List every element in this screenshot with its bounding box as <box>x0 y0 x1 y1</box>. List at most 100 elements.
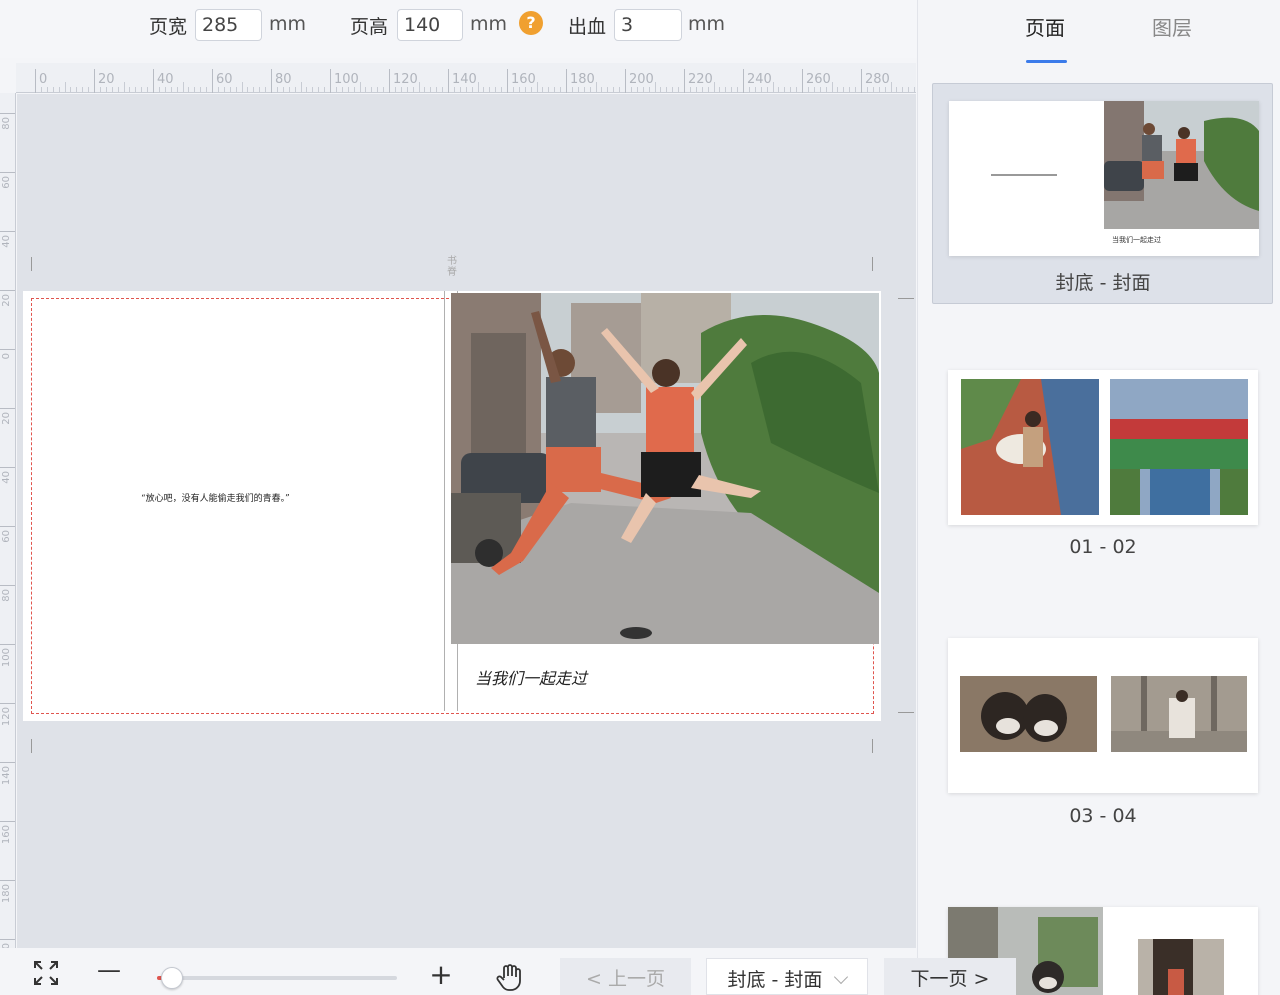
ruler-label: 260 <box>806 72 831 87</box>
bleed-unit: mm <box>688 13 726 35</box>
thumb-label-01-02: 01 - 02 <box>1069 536 1137 558</box>
cover-thumbnail-caption: 当我们一起走过 <box>1112 236 1161 244</box>
back-cover-quote[interactable]: “放心吧，没有人能偷走我们的青春。” <box>141 491 290 504</box>
page-height-input[interactable] <box>397 9 463 41</box>
page-width-label: 页宽 <box>149 16 188 38</box>
help-icon[interactable]: ? <box>519 11 543 35</box>
page-select-value: 封底 - 封面 <box>727 969 823 991</box>
ruler-label: 140 <box>452 72 477 87</box>
ruler-tick <box>153 69 154 93</box>
ruler-tick <box>743 69 744 93</box>
ruler-label: 220 <box>688 72 713 87</box>
ruler-label: 0 <box>1 353 12 360</box>
ruler-label: 0 <box>39 72 48 87</box>
ruler-tick <box>684 69 685 93</box>
expand-icon[interactable] <box>33 960 59 992</box>
bleed-label: 出血 <box>568 16 607 38</box>
ruler-label: 100 <box>1 648 12 668</box>
ruler-tick <box>0 939 15 940</box>
horizontal-ruler: 0 20 40 60 80 100 120 140 160 180 200 220 240 260 280 <box>16 63 916 93</box>
zoom-in-button[interactable]: + <box>428 958 454 991</box>
ruler-label: 80 <box>1 589 12 602</box>
ruler-tick <box>35 69 36 93</box>
ruler-label: 40 <box>1 235 12 248</box>
tab-pages[interactable]: 页面 <box>1025 12 1065 41</box>
ruler-label: 80 <box>275 72 292 87</box>
ruler-tick <box>389 69 390 93</box>
cover-thumbnail: 当我们一起走过 <box>949 101 1259 256</box>
ruler-tick <box>0 880 15 881</box>
ruler-tick <box>271 69 272 93</box>
page-height-label: 页高 <box>350 16 389 38</box>
ruler-tick <box>0 703 15 704</box>
ruler-label: 40 <box>1 471 12 484</box>
ruler-label: 120 <box>393 72 418 87</box>
ruler-tick <box>0 172 15 173</box>
ruler-label: 160 <box>511 72 536 87</box>
design-canvas[interactable]: 书脊 “放心吧，没有人能偷走我们的青春。” 当我们一起走过 <box>17 94 916 948</box>
tab-layers[interactable]: 图层 <box>1152 12 1192 41</box>
ruler-tick <box>0 349 15 350</box>
ruler-label: 180 <box>570 72 595 87</box>
page-width-input[interactable] <box>195 9 262 41</box>
ruler-label: 240 <box>747 72 772 87</box>
thumb-label-03-04: 03 - 04 <box>1069 805 1137 827</box>
page-thumb-01-02[interactable] <box>948 370 1258 525</box>
page-select-dropdown[interactable]: 封底 - 封面 <box>706 958 868 995</box>
ruler-tick <box>0 290 15 291</box>
ruler-label: 20 <box>1 412 12 425</box>
ruler-label: 200 <box>629 72 654 87</box>
ruler-label: 120 <box>1 707 12 727</box>
ruler-label: 20 <box>98 72 115 87</box>
ruler-label: 80 <box>1 117 12 130</box>
page-settings-bar: 页宽 mm 页高 mm ? 出血 mm <box>0 0 917 58</box>
ruler-label: 280 <box>865 72 890 87</box>
pages-panel: 页面 图层 当我们一起走过 封底 - 封面 01 - 02 03 - 04 <box>917 0 1280 995</box>
vertical-ruler: 80604020020406080100120140160180200 <box>0 93 16 948</box>
spine-label: 书脊 <box>447 256 457 278</box>
ruler-tick <box>507 69 508 93</box>
bleed-input[interactable] <box>614 9 682 41</box>
ruler-tick <box>0 113 15 114</box>
cover-caption[interactable]: 当我们一起走过 <box>475 665 587 689</box>
ruler-tick <box>0 821 15 822</box>
ruler-tick <box>0 467 15 468</box>
ruler-tick <box>802 69 803 93</box>
thumb-label-cover: 封底 - 封面 <box>1055 272 1151 294</box>
ruler-label: 100 <box>334 72 359 87</box>
ruler-label: 40 <box>157 72 174 87</box>
page-height-unit: mm <box>470 13 508 35</box>
zoom-slider-track[interactable] <box>157 976 397 980</box>
page-thumb-03-04[interactable] <box>948 638 1258 793</box>
ruler-tick <box>330 69 331 93</box>
cover-photo[interactable] <box>451 293 879 644</box>
active-tab-indicator <box>1026 60 1067 63</box>
spread-page[interactable]: “放心吧，没有人能偷走我们的青春。” 当我们一起走过 <box>23 291 881 721</box>
ruler-tick <box>0 644 15 645</box>
ruler-tick <box>0 526 15 527</box>
zoom-slider-handle[interactable] <box>161 967 183 989</box>
ruler-tick <box>566 69 567 93</box>
ruler-tick <box>0 585 15 586</box>
ruler-tick <box>625 69 626 93</box>
next-page-button[interactable]: 下一页 > <box>884 958 1016 995</box>
ruler-label: 160 <box>1 825 12 845</box>
ruler-tick <box>0 762 15 763</box>
ruler-tick <box>0 231 15 232</box>
ruler-label: 60 <box>1 176 12 189</box>
ruler-tick <box>448 69 449 93</box>
zoom-out-button[interactable]: — <box>96 956 122 984</box>
page-width-unit: mm <box>269 13 307 35</box>
page-thumb-cover[interactable]: 当我们一起走过 封底 - 封面 <box>932 83 1273 304</box>
ruler-label: 60 <box>1 530 12 543</box>
ruler-label: 180 <box>1 884 12 904</box>
ruler-tick <box>861 69 862 93</box>
ruler-tick <box>94 69 95 93</box>
ruler-tick <box>0 408 15 409</box>
ruler-tick <box>212 69 213 93</box>
ruler-label: 60 <box>216 72 233 87</box>
ruler-label: 20 <box>1 294 12 307</box>
ruler-label: 140 <box>1 766 12 786</box>
prev-page-button[interactable]: < 上一页 <box>560 958 691 995</box>
hand-pan-icon[interactable] <box>496 962 524 995</box>
